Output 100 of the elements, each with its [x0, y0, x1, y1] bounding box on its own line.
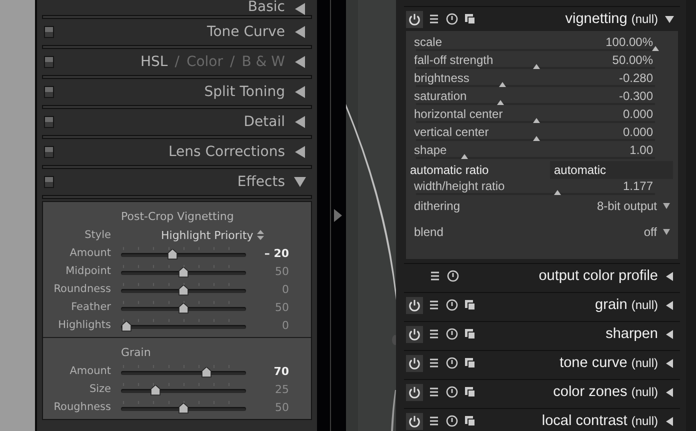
presets-icon[interactable]: [463, 298, 477, 312]
slider-track[interactable]: [121, 381, 246, 397]
expand-arrow-icon[interactable]: [665, 272, 674, 280]
slider-track[interactable]: [121, 363, 246, 379]
menu-icon[interactable]: [427, 414, 441, 428]
style-dropdown[interactable]: Highlight Priority: [161, 228, 264, 242]
section-title[interactable]: Tone Curve: [54, 24, 285, 40]
toggle-switch[interactable]: [44, 26, 54, 38]
power-icon[interactable]: [406, 296, 423, 314]
toggle-switch[interactable]: [44, 116, 54, 128]
menu-icon[interactable]: [427, 298, 441, 312]
module-title[interactable]: grain (null): [477, 296, 658, 314]
dropdown-arrow-icon[interactable]: [663, 203, 670, 209]
slider-thumb[interactable]: [499, 82, 506, 87]
expand-arrow-icon[interactable]: [665, 416, 674, 426]
section-title[interactable]: Basic: [42, 0, 285, 15]
slider-thumb[interactable]: [460, 154, 468, 159]
collapse-arrow-icon[interactable]: [294, 176, 306, 188]
slider-thumb[interactable]: [652, 46, 659, 51]
slider-track[interactable]: [121, 317, 246, 333]
presets-icon[interactable]: [463, 414, 477, 428]
section-title[interactable]: Split Toning: [54, 84, 285, 100]
power-icon[interactable]: [406, 354, 423, 372]
slider-thumb[interactable]: [532, 64, 540, 69]
slider-control[interactable]: brightness -0.280: [414, 71, 670, 89]
menu-icon[interactable]: [428, 269, 442, 283]
reset-icon[interactable]: [445, 414, 459, 428]
slider-track[interactable]: [121, 399, 246, 415]
expand-arrow-icon[interactable]: [294, 3, 306, 15]
module-title[interactable]: local contrast (null): [477, 412, 658, 430]
toggle-switch[interactable]: [44, 86, 54, 98]
slider-track[interactable]: [121, 299, 246, 315]
combo-value[interactable]: off: [644, 225, 657, 239]
slider-control[interactable]: scale 100.00%: [414, 35, 670, 53]
expand-arrow-icon[interactable]: [294, 86, 306, 98]
section-title[interactable]: Effects: [54, 174, 285, 190]
module-title[interactable]: color zones (null): [477, 384, 658, 400]
module-title[interactable]: sharpen: [477, 326, 658, 342]
slider-track[interactable]: [121, 281, 246, 297]
slider-thumb[interactable]: [532, 136, 540, 141]
reset-icon[interactable]: [445, 12, 459, 26]
slider-control[interactable]: shape 1.00: [414, 143, 670, 161]
slider-track[interactable]: [121, 263, 246, 279]
slider-control[interactable]: saturation -0.300: [414, 89, 670, 107]
menu-icon[interactable]: [427, 385, 441, 399]
toggle-switch[interactable]: [44, 56, 54, 68]
power-icon[interactable]: [406, 384, 423, 400]
menu-icon[interactable]: [427, 12, 441, 26]
slider-control[interactable]: vertical center 0.000: [414, 125, 670, 143]
expand-arrow-icon[interactable]: [294, 116, 306, 128]
module-title[interactable]: vignetting (null): [477, 10, 658, 28]
dropdown-arrow-icon[interactable]: [663, 229, 670, 235]
style-label: Style: [84, 229, 111, 241]
reset-icon[interactable]: [445, 298, 459, 312]
collapse-arrow-icon[interactable]: [665, 14, 674, 24]
presets-icon[interactable]: [463, 327, 477, 341]
slider-control[interactable]: width/height ratio 1.177: [414, 179, 670, 197]
expand-arrow-icon[interactable]: [294, 26, 306, 38]
power-icon[interactable]: [406, 326, 423, 342]
slider-control[interactable]: fall-off strength 50.00%: [414, 53, 670, 71]
reset-icon[interactable]: [445, 356, 459, 370]
section-title[interactable]: Lens Corrections: [54, 144, 285, 160]
stepper-arrows-icon: [257, 230, 264, 240]
power-icon[interactable]: [406, 10, 423, 28]
combo-label: blend: [414, 225, 444, 239]
slider-control[interactable]: horizontal center 0.000: [414, 107, 670, 125]
menu-icon[interactable]: [427, 327, 441, 341]
expand-arrow-icon[interactable]: [665, 300, 674, 310]
combo-label: dithering: [414, 199, 460, 213]
presets-icon[interactable]: [463, 385, 477, 399]
slider-value: 70: [272, 364, 289, 378]
slider-value: 0: [281, 282, 289, 296]
presets-icon[interactable]: [463, 12, 477, 26]
slider-thumb[interactable]: [496, 100, 504, 105]
reset-icon[interactable]: [445, 385, 459, 399]
reset-icon[interactable]: [446, 269, 460, 283]
option-button[interactable]: automatic: [550, 161, 673, 179]
slider-thumb[interactable]: [532, 118, 540, 123]
section-title[interactable]: Detail: [54, 114, 285, 130]
module-title[interactable]: output color profile: [460, 268, 658, 284]
slider-track[interactable]: [121, 245, 246, 261]
module-title[interactable]: tone curve (null): [477, 354, 658, 372]
combo-value[interactable]: 8-bit output: [596, 199, 657, 213]
slider-label: Highlights: [57, 319, 111, 331]
toggle-switch[interactable]: [44, 176, 54, 188]
expand-arrow-icon[interactable]: [665, 330, 674, 338]
power-icon[interactable]: [406, 412, 423, 430]
menu-icon[interactable]: [427, 356, 441, 370]
slider-value: 50: [274, 300, 289, 314]
reset-icon[interactable]: [445, 327, 459, 341]
slider-label: Midpoint: [64, 265, 111, 277]
expand-arrow-icon[interactable]: [294, 146, 306, 158]
panel-tab[interactable]: HSL: [140, 54, 168, 70]
expand-arrow-icon[interactable]: [665, 358, 674, 368]
toggle-switch[interactable]: [44, 146, 54, 158]
expand-arrow-icon[interactable]: [294, 56, 306, 68]
expand-arrow-icon[interactable]: [665, 388, 674, 396]
slider-value: – 20: [263, 246, 289, 260]
slider-thumb[interactable]: [554, 190, 561, 195]
presets-icon[interactable]: [463, 356, 477, 370]
